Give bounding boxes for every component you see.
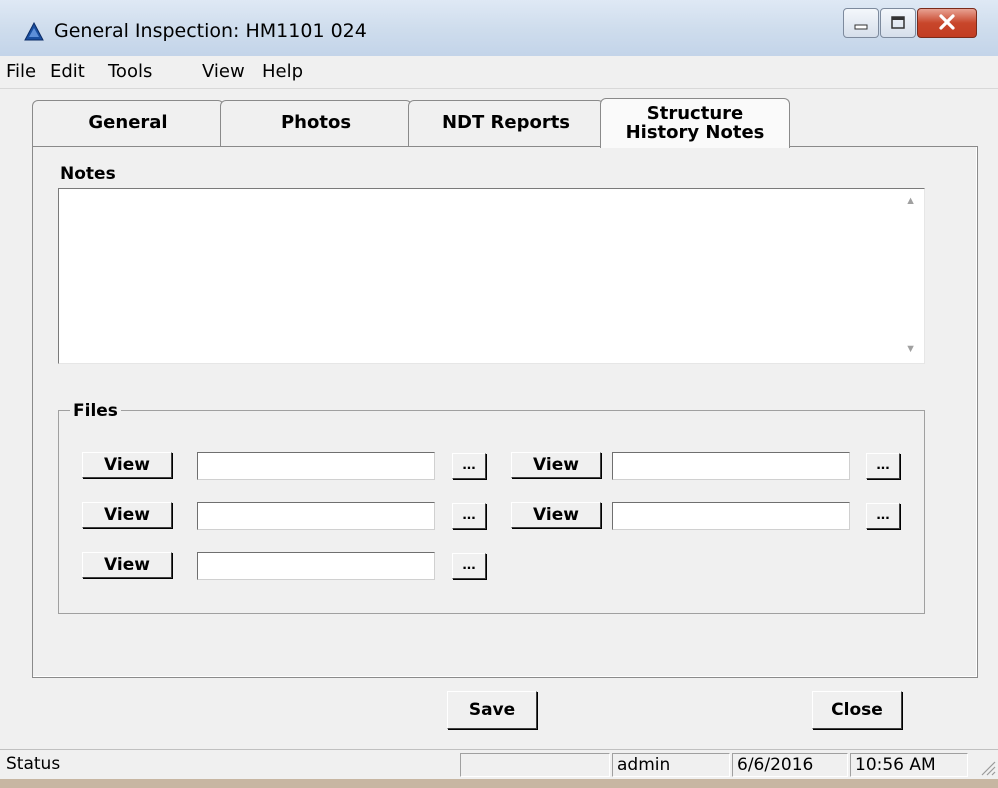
menu-tools[interactable]: Tools [108, 61, 152, 82]
notes-textarea[interactable]: ▲ ▼ [58, 188, 925, 364]
browse-file-5-button[interactable]: ... [452, 553, 486, 579]
view-file-4-button[interactable]: View [511, 502, 601, 528]
menu-file[interactable]: File [6, 61, 36, 82]
scroll-up-icon[interactable]: ▲ [905, 195, 916, 207]
status-empty-cell [460, 753, 610, 777]
triangle-app-icon [24, 22, 44, 41]
tab-ndt-reports[interactable]: NDT Reports [408, 100, 604, 146]
view-file-5-button[interactable]: View [82, 552, 172, 578]
title-bar: General Inspection: HM1101 024 [0, 0, 998, 56]
file-4-path-field[interactable] [612, 502, 850, 530]
close-window-button[interactable] [917, 8, 977, 38]
browse-file-1-button[interactable]: ... [452, 453, 486, 479]
maximize-button[interactable] [880, 8, 916, 38]
tab-structure-history-notes[interactable]: Structure History Notes [600, 98, 790, 148]
browse-file-3-button[interactable]: ... [452, 503, 486, 529]
notes-label: Notes [60, 164, 116, 184]
menu-view[interactable]: View [202, 61, 245, 82]
close-button[interactable]: Close [812, 691, 902, 729]
status-time: 10:56 AM [850, 753, 968, 777]
file-5-path-field[interactable] [197, 552, 435, 580]
tab-photos[interactable]: Photos [220, 100, 412, 146]
minimize-icon [854, 24, 868, 30]
browse-file-4-button[interactable]: ... [866, 503, 900, 529]
file-1-path-field[interactable] [197, 452, 435, 480]
file-3-path-field[interactable] [197, 502, 435, 530]
status-text: Status [6, 754, 61, 774]
status-bar: Status admin 6/6/2016 10:56 AM [0, 749, 998, 780]
minimize-button[interactable] [843, 8, 879, 38]
save-button[interactable]: Save [447, 691, 537, 729]
view-file-3-button[interactable]: View [82, 502, 172, 528]
maximize-icon [891, 16, 905, 29]
status-date: 6/6/2016 [732, 753, 848, 777]
view-file-1-button[interactable]: View [82, 452, 172, 478]
inspection-window: General Inspection: HM1101 024 File Edit… [0, 0, 998, 788]
status-user: admin [612, 753, 730, 777]
view-file-2-button[interactable]: View [511, 452, 601, 478]
menu-bar: File Edit Tools View Help [0, 56, 998, 89]
files-group-title: Files [70, 401, 121, 421]
tab-general[interactable]: General [32, 100, 224, 146]
browse-file-2-button[interactable]: ... [866, 453, 900, 479]
window-title: General Inspection: HM1101 024 [54, 20, 367, 42]
resize-grip-icon[interactable] [978, 758, 996, 776]
menu-help[interactable]: Help [262, 61, 303, 82]
menu-edit[interactable]: Edit [50, 61, 85, 82]
scroll-down-icon[interactable]: ▼ [905, 343, 916, 355]
background-strip [0, 779, 998, 788]
close-icon [939, 14, 955, 30]
file-2-path-field[interactable] [612, 452, 850, 480]
